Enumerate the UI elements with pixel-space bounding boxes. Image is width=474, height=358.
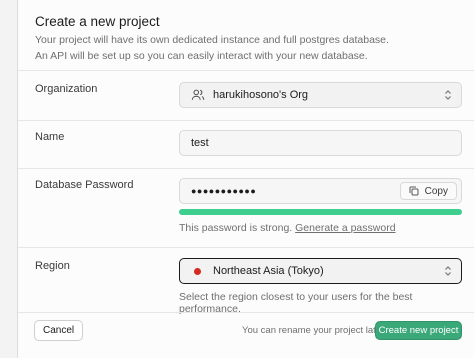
name-label: Name [35,131,65,143]
dialog-title: Create a new project [35,14,160,29]
divider [18,168,474,169]
region-value: Northeast Asia (Tokyo) [213,265,324,277]
copy-button[interactable]: Copy [399,182,457,200]
description-line-1: Your project will have its own dedicated… [35,34,389,46]
region-select[interactable]: Northeast Asia (Tokyo) [179,258,462,284]
description-line-2: An API will be set up so you can easily … [35,49,368,62]
cancel-button[interactable]: Cancel [34,320,84,341]
name-value: test [191,137,209,149]
name-input[interactable]: test [179,130,462,156]
password-input[interactable]: ●●●●●●●●●●● Copy [179,178,462,204]
region-label: Region [35,260,70,272]
password-strength-bar [179,209,462,215]
create-project-button[interactable]: Create new project [375,321,462,340]
copy-icon [409,186,419,196]
divider [18,70,474,71]
divider [18,312,474,313]
password-strength-hint: This password is strong. Generate a pass… [179,222,396,234]
copy-label: Copy [424,185,448,197]
password-label: Database Password [35,179,134,191]
japan-flag-icon [194,267,201,275]
divider [18,247,474,248]
dialog-description: Your project will have its own dedicated… [35,33,474,64]
organization-value: harukihosono's Org [213,89,309,101]
chevron-up-down-icon [445,266,451,276]
organization-select[interactable]: harukihosono's Org [179,82,462,108]
chevron-up-down-icon [445,90,451,100]
generate-password-link[interactable]: Generate a password [295,222,395,234]
people-icon [191,89,205,100]
organization-label: Organization [35,83,98,95]
strength-text: This password is strong. [179,222,293,234]
password-value: ●●●●●●●●●●● [191,186,257,196]
rename-note: You can rename your project later [242,325,385,336]
dialog-header: Create a new project Your project will h… [35,14,474,64]
create-project-dialog: Create a new project Your project will h… [17,0,474,358]
divider [18,120,474,121]
